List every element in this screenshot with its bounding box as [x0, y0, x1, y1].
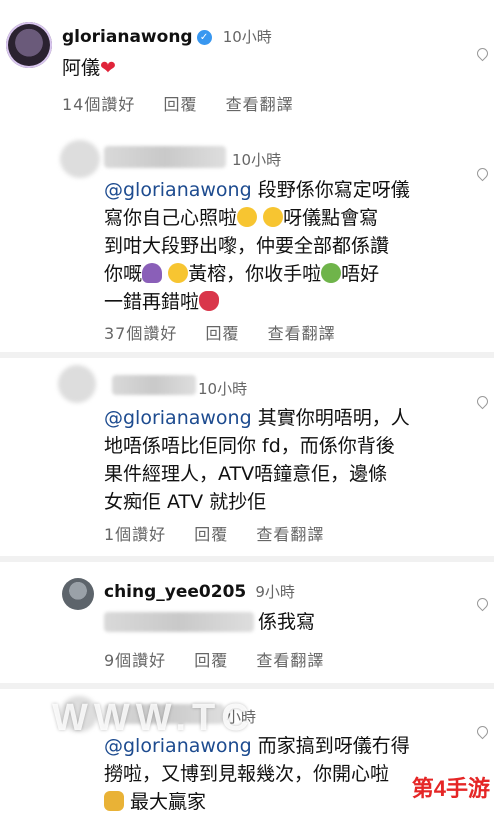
mention-link[interactable]: @glorianawong [104, 179, 252, 201]
likes-count[interactable]: 37個讚好 [104, 324, 177, 343]
comment-actions: 14個讚好 回覆 查看翻譯 [62, 91, 316, 115]
comment-text: 係我寫 [258, 611, 316, 633]
likes-count[interactable]: 9個讚好 [104, 651, 166, 670]
avatar[interactable] [62, 578, 94, 610]
username[interactable]: ching_yee0205 [104, 582, 246, 602]
comment-line: 到咁大段野出嚟，仲要全部都係讚 [104, 235, 390, 257]
divider [0, 352, 494, 358]
verified-icon: ✓ [196, 30, 212, 45]
person-shrugging-emoji-icon [142, 263, 163, 283]
comment-header: glorianawong ✓ 10小時 [62, 26, 272, 47]
timestamp: 10小時 [232, 151, 282, 169]
reply-button[interactable]: 回覆 [163, 95, 197, 114]
like-heart-icon[interactable] [474, 45, 491, 62]
comment-line: 女痴佢 ATV 就抄佢 [104, 491, 267, 513]
comment-line: 其實你明唔明，人 [257, 407, 410, 429]
username-redacted [112, 375, 196, 395]
divider [0, 556, 494, 562]
divider [0, 683, 494, 689]
comment-line: 黃榕，你收手啦 [188, 263, 322, 285]
username-redacted [104, 146, 226, 168]
clapping-hands-emoji-icon [104, 791, 124, 811]
comment-line: 最大贏家 [130, 791, 207, 813]
grinning-emoji-icon [237, 207, 258, 227]
mention-redacted [104, 612, 254, 632]
translate-button[interactable]: 查看翻譯 [256, 525, 324, 544]
translate-button[interactable]: 查看翻譯 [268, 324, 336, 343]
comment-body: 阿儀 [62, 57, 101, 79]
reply-button[interactable]: 回覆 [194, 525, 228, 544]
grinning-emoji-icon [263, 207, 284, 227]
comment-text: @glorianawong 其實你明唔明，人 地唔係唔比佢同你 fd，而係你背後… [104, 404, 488, 516]
comment-line: 一錯再錯啦 [104, 291, 200, 313]
comment-header: ching_yee0205 9小時 [104, 581, 295, 602]
comment-line: 而家搞到呀儀冇得 [257, 735, 410, 757]
timestamp: 10小時 [222, 28, 272, 46]
comment-line: 寫你自己心照啦 [104, 207, 238, 229]
comment-actions: 37個讚好 回覆 查看翻譯 [104, 320, 358, 344]
comment-line: 呀儀點會寫 [283, 207, 379, 229]
lips-emoji-icon [199, 291, 220, 311]
timestamp: 9小時 [255, 583, 295, 601]
mention-link[interactable]: @glorianawong [104, 407, 252, 429]
comment-line: 撈啦，又博到見報幾次，你開心啦 [104, 763, 390, 785]
timestamp: 10小時 [198, 380, 248, 398]
comment-line: 唔好 [341, 263, 380, 285]
red-heart-icon: ❤ [100, 57, 116, 79]
comment-line: 段野係你寫定呀儀 [257, 179, 410, 201]
likes-count[interactable]: 14個讚好 [62, 95, 135, 114]
comment-line: 地唔係唔比佢同你 fd，而係你背後 [104, 435, 395, 457]
comment-line: 你嘅 [104, 263, 143, 285]
comment-actions: 9個讚好 回覆 查看翻譯 [104, 647, 346, 671]
translate-button[interactable]: 查看翻譯 [256, 651, 324, 670]
avatar[interactable] [60, 140, 100, 178]
likes-count[interactable]: 1個讚好 [104, 525, 166, 544]
comment-line: 果件經理人，ATV唔鐘意佢，邊條 [104, 463, 388, 485]
avatar[interactable] [58, 365, 96, 403]
comment-actions: 1個讚好 回覆 查看翻譯 [104, 521, 346, 545]
grinning-emoji-icon [168, 263, 189, 283]
like-heart-icon[interactable] [474, 595, 491, 612]
avatar[interactable] [6, 22, 52, 68]
reply-button[interactable]: 回覆 [194, 651, 228, 670]
site-logo: 第4手游 [411, 776, 490, 801]
reply-button[interactable]: 回覆 [205, 324, 239, 343]
nauseated-face-emoji-icon [321, 263, 342, 283]
mention-link[interactable]: @glorianawong [104, 735, 252, 757]
username[interactable]: glorianawong [62, 27, 193, 47]
comment-text: 阿儀❤ [62, 54, 116, 82]
translate-button[interactable]: 查看翻譯 [226, 95, 294, 114]
comment-text: @glorianawong 段野係你寫定呀儀 寫你自己心照啦 呀儀點會寫 到咁大… [104, 176, 488, 316]
